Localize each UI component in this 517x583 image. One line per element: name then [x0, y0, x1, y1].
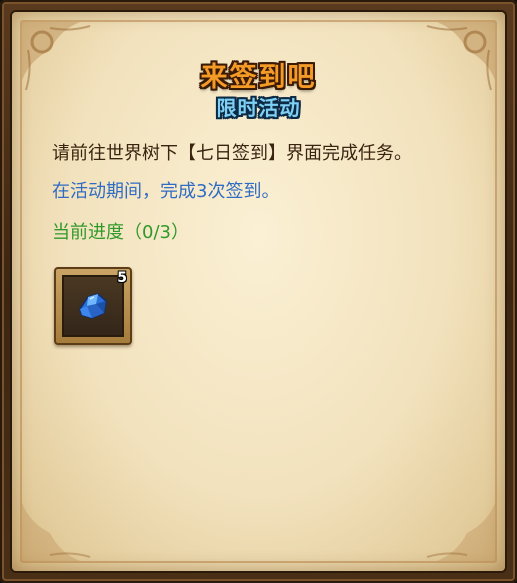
blue-crystal-icon: [79, 293, 107, 319]
reward-slot-inner: [62, 275, 124, 337]
event-title: 来签到吧: [200, 62, 317, 93]
event-subtitle: 限时活动: [216, 96, 301, 120]
reward-count: 5: [117, 270, 127, 286]
task-progress: 当前进度（0/3）: [52, 222, 189, 243]
corner-ornament-icon: [426, 503, 495, 561]
reward-slot[interactable]: 5: [54, 267, 132, 345]
task-goal: 在活动期间，完成3次签到。: [52, 181, 280, 202]
task-description: 请前往世界树下【七日签到】界面完成任务。: [52, 143, 412, 164]
corner-ornament-icon: [22, 503, 91, 561]
